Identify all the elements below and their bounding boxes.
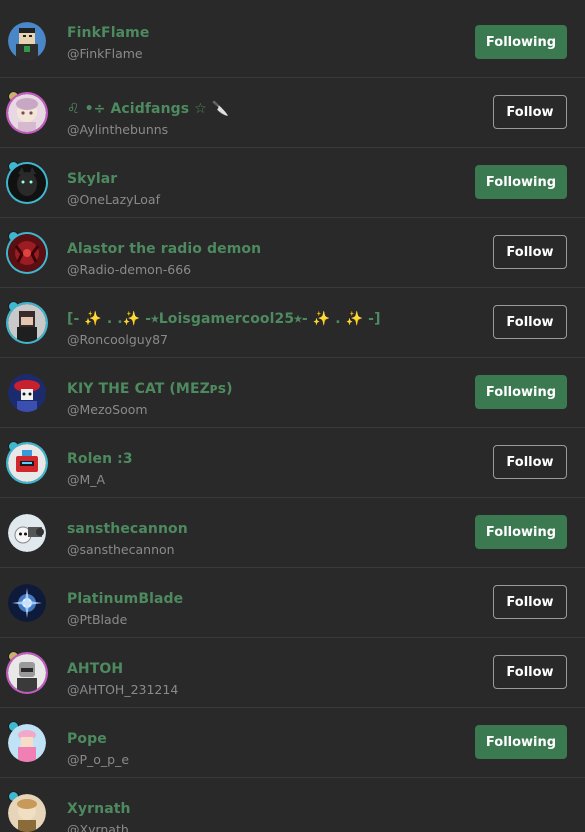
user-row[interactable]: AHTOH @AHTOH_231214 Follow bbox=[0, 638, 585, 708]
avatar[interactable] bbox=[8, 794, 46, 832]
user-row[interactable]: Rolen :3 @M_A Follow bbox=[0, 428, 585, 498]
user-row[interactable]: Xyrnath @Xyrnath bbox=[0, 778, 585, 832]
display-name[interactable]: sansthecannon bbox=[67, 521, 188, 537]
user-row[interactable]: ♌ •÷ Acidfangs ☆ 🔪 @Aylinthebunns Follow bbox=[0, 78, 585, 148]
avatar[interactable] bbox=[8, 514, 46, 552]
username: @PtBlade bbox=[67, 612, 128, 627]
user-row[interactable]: [- ✨ . .✨ -⭑Loisgamercool25⭑- ✨ . ✨ -] @… bbox=[0, 288, 585, 358]
username: @P_o_p_e bbox=[67, 752, 130, 767]
display-name[interactable]: KIY THE CAT (MEZᴘs) bbox=[67, 381, 233, 397]
following-list: FinkFlame @FinkFlame Following ♌ •÷ Acid… bbox=[0, 0, 585, 832]
username: @Radio-demon-666 bbox=[67, 262, 192, 277]
follow-button[interactable]: Follow bbox=[493, 655, 567, 689]
display-name[interactable]: FinkFlame bbox=[67, 25, 149, 41]
username: @FinkFlame bbox=[67, 46, 143, 61]
follow-button[interactable]: Follow bbox=[493, 95, 567, 129]
avatar[interactable] bbox=[8, 234, 46, 272]
display-name[interactable]: Alastor the radio demon bbox=[67, 241, 261, 257]
username: @Xyrnath bbox=[67, 822, 129, 832]
user-row[interactable]: FinkFlame @FinkFlame Following bbox=[0, 0, 585, 78]
user-row[interactable]: Skylar @OneLazyLoaf Following bbox=[0, 148, 585, 218]
avatar[interactable] bbox=[8, 724, 46, 762]
follow-button[interactable]: Follow bbox=[493, 585, 567, 619]
username: @M_A bbox=[67, 472, 106, 487]
display-name[interactable]: Skylar bbox=[67, 171, 117, 187]
following-button[interactable]: Following bbox=[475, 725, 567, 759]
avatar[interactable] bbox=[8, 164, 46, 202]
avatar[interactable] bbox=[8, 304, 46, 342]
following-button[interactable]: Following bbox=[475, 165, 567, 199]
avatar[interactable] bbox=[8, 584, 46, 622]
follow-button[interactable]: Follow bbox=[493, 445, 567, 479]
username: @OneLazyLoaf bbox=[67, 192, 160, 207]
user-row[interactable]: KIY THE CAT (MEZᴘs) @MezoSoom Following bbox=[0, 358, 585, 428]
display-name[interactable]: Rolen :3 bbox=[67, 451, 133, 467]
display-name[interactable]: Xyrnath bbox=[67, 801, 131, 817]
username: @AHTOH_231214 bbox=[67, 682, 179, 697]
avatar[interactable] bbox=[8, 374, 46, 412]
user-row[interactable]: PlatinumBlade @PtBlade Follow bbox=[0, 568, 585, 638]
following-button[interactable]: Following bbox=[475, 25, 567, 59]
user-row[interactable]: Pope @P_o_p_e Following bbox=[0, 708, 585, 778]
username: @Aylinthebunns bbox=[67, 122, 169, 137]
display-name[interactable]: PlatinumBlade bbox=[67, 591, 183, 607]
avatar[interactable] bbox=[8, 22, 46, 60]
follow-button[interactable]: Follow bbox=[493, 305, 567, 339]
avatar[interactable] bbox=[8, 444, 46, 482]
username: @sansthecannon bbox=[67, 542, 175, 557]
display-name[interactable]: AHTOH bbox=[67, 661, 123, 677]
display-name[interactable]: ♌ •÷ Acidfangs ☆ 🔪 bbox=[67, 101, 229, 117]
follow-button[interactable]: Follow bbox=[493, 235, 567, 269]
username: @MezoSoom bbox=[67, 402, 148, 417]
display-name[interactable]: Pope bbox=[67, 731, 107, 747]
user-row[interactable]: Alastor the radio demon @Radio-demon-666… bbox=[0, 218, 585, 288]
display-name[interactable]: [- ✨ . .✨ -⭑Loisgamercool25⭑- ✨ . ✨ -] bbox=[67, 311, 381, 327]
following-button[interactable]: Following bbox=[475, 375, 567, 409]
avatar[interactable] bbox=[8, 654, 46, 692]
user-row[interactable]: sansthecannon @sansthecannon Following bbox=[0, 498, 585, 568]
avatar[interactable] bbox=[8, 94, 46, 132]
username: @Roncoolguy87 bbox=[67, 332, 168, 347]
following-button[interactable]: Following bbox=[475, 515, 567, 549]
